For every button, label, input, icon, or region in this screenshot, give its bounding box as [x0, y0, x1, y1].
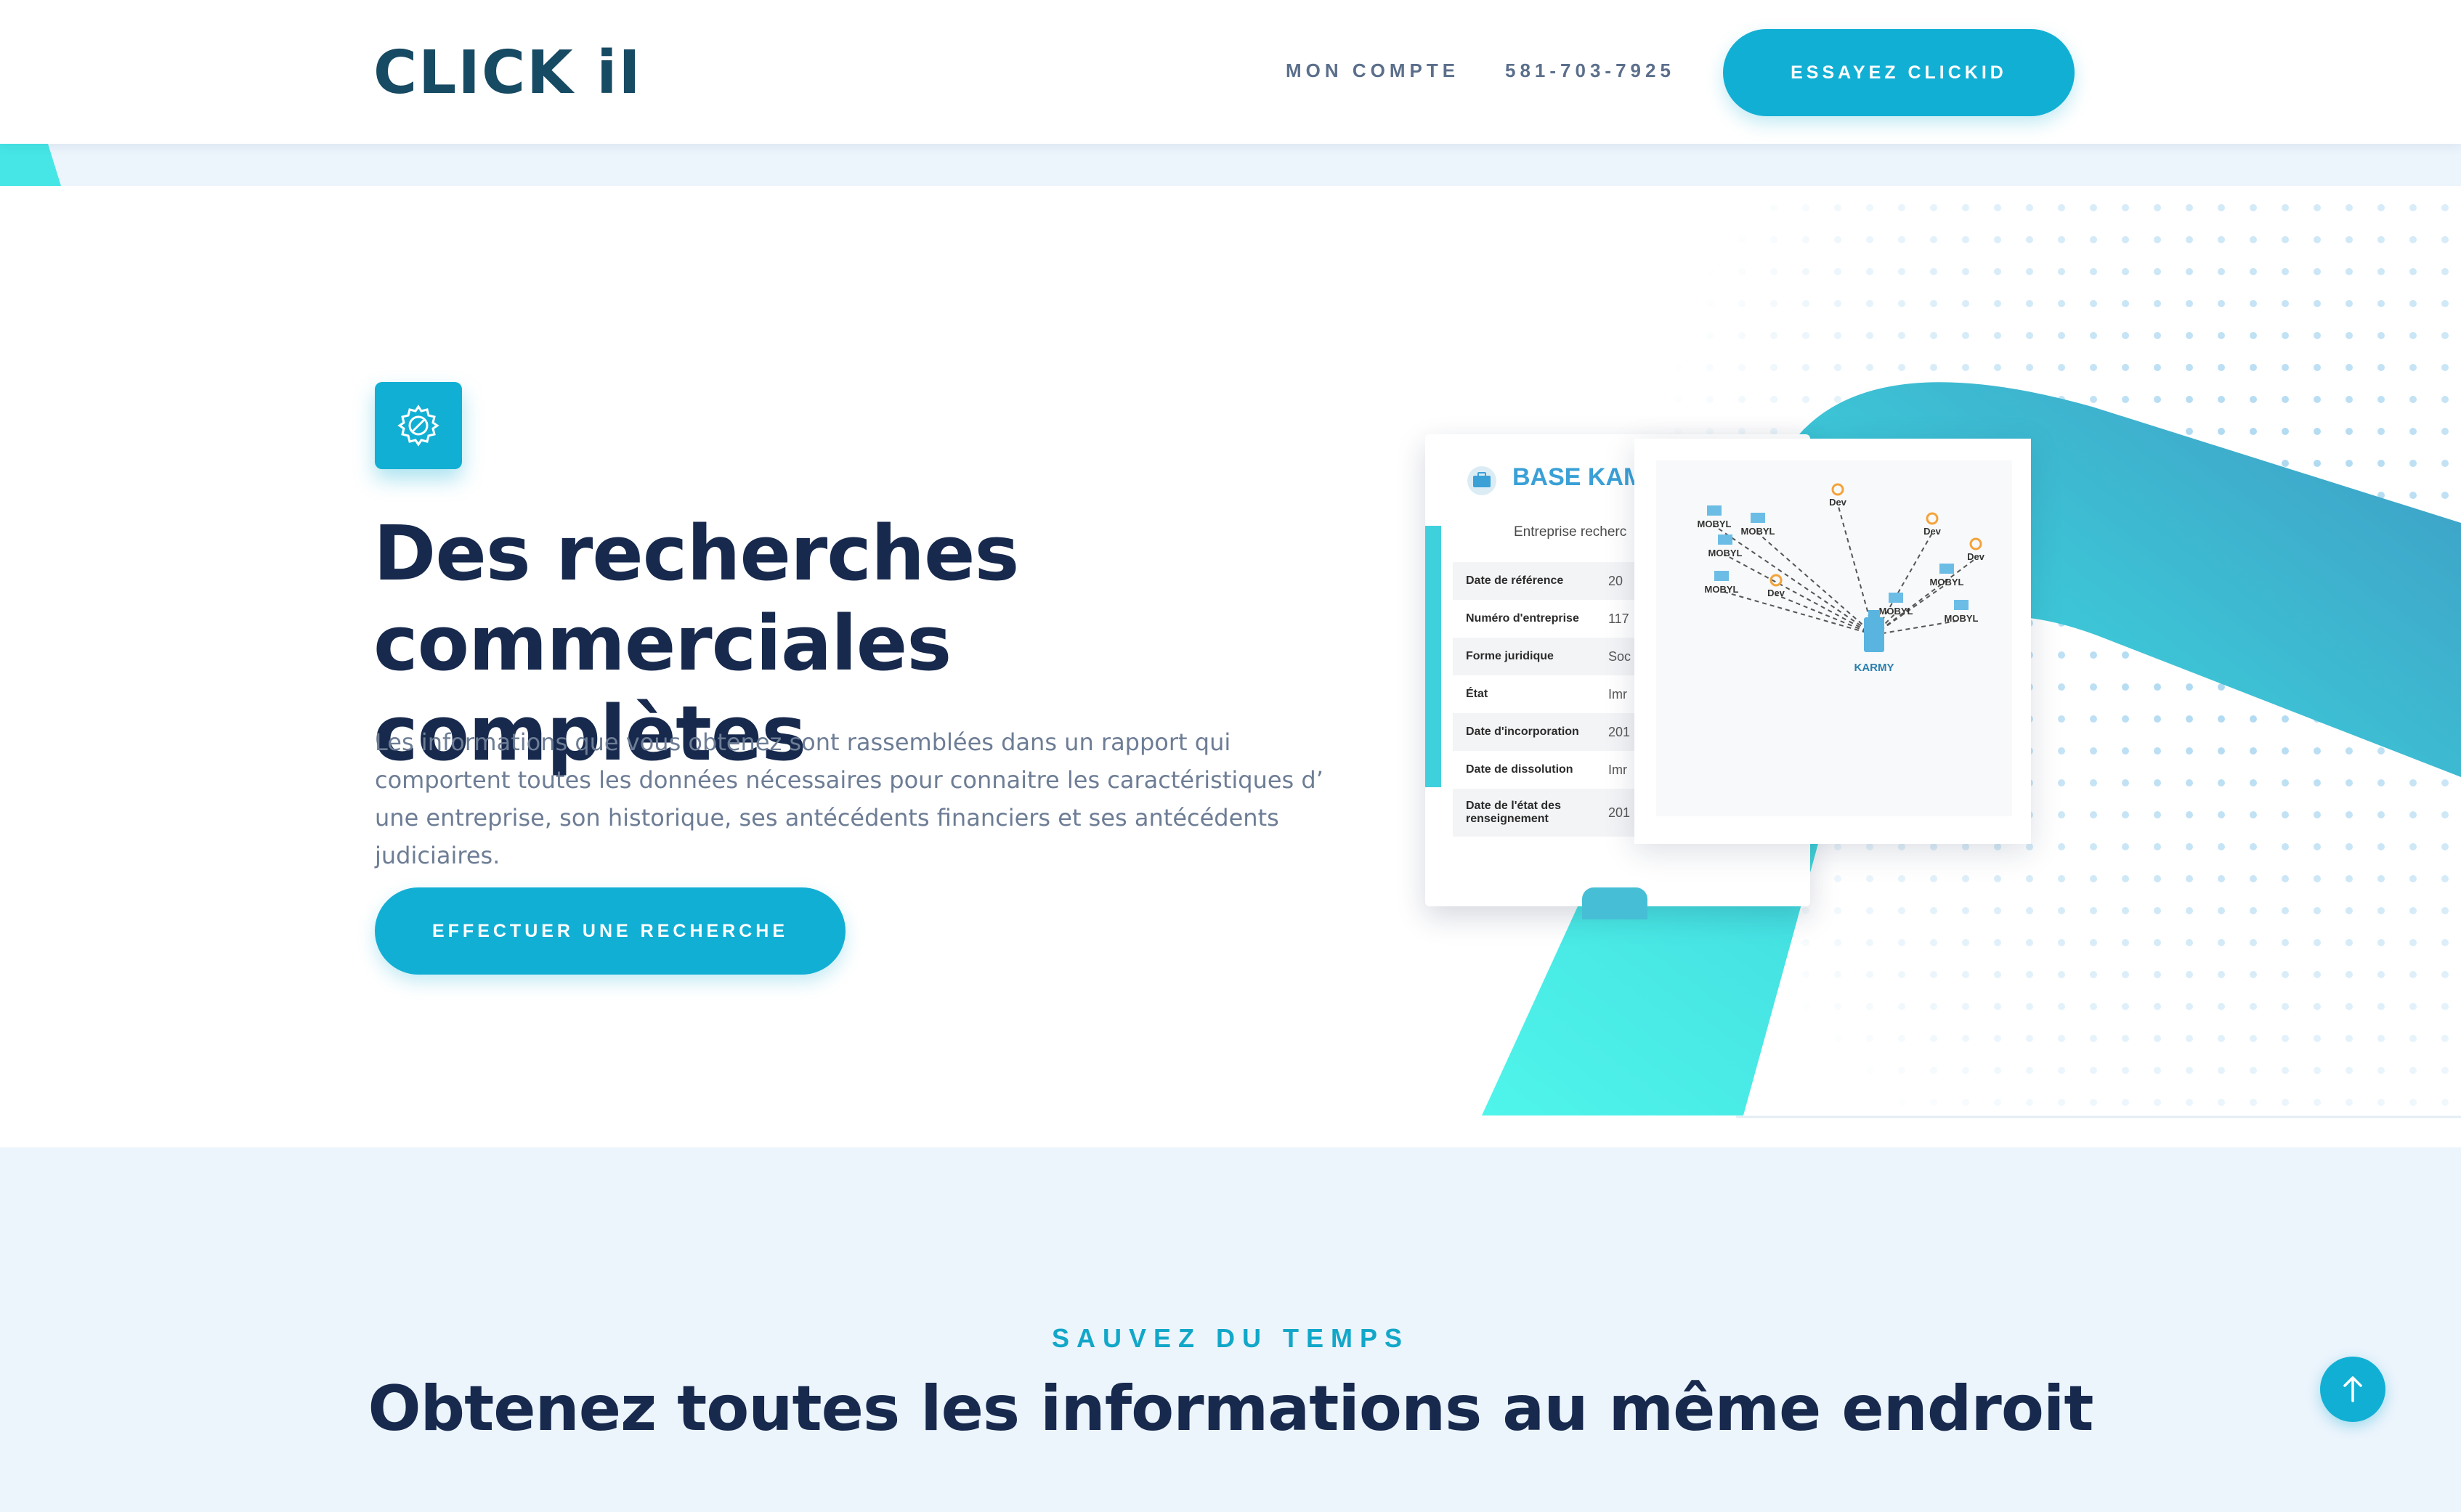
report-card-tab: [1582, 887, 1647, 919]
section-eyebrow: SAUVEZ DU TEMPS: [1051, 1323, 1410, 1353]
network-node: MOBYL: [1698, 505, 1732, 529]
network-node-label: MOBYL: [1708, 548, 1743, 558]
header-divider-strip: [0, 144, 2461, 186]
network-graph-card: MOBYL Dev MOBYL Dev MOBYL Dev MOBYL Dev MOBYL MOB…: [1634, 439, 2031, 844]
nav-phone-link[interactable]: 581-703-7925: [1505, 60, 1675, 82]
try-clickid-button[interactable]: ESSAYEZ CLICKID: [1723, 29, 2075, 116]
hero-description: Les informations que vous obtenez sont r…: [375, 728, 1323, 869]
report-accent-bar: [1425, 526, 1441, 787]
network-node: Dev: [1829, 483, 1847, 508]
svg-text:KARMY: KARMY: [1854, 662, 1894, 674]
network-graph: MOBYL Dev MOBYL Dev MOBYL Dev MOBYL Dev MOBYL MOB…: [1656, 460, 2012, 816]
network-center-node: KARMY: [1854, 610, 1894, 674]
briefcase-icon: [1467, 466, 1496, 495]
network-node-label: Dev: [1829, 497, 1847, 508]
network-node-label: Dev: [1923, 526, 1942, 537]
network-node: MOBYL: [1708, 535, 1743, 558]
settings-gear-icon: [375, 382, 462, 469]
network-node: MOBYL: [1741, 513, 1775, 537]
network-node-label: MOBYL: [1930, 577, 1964, 588]
network-node: Dev: [1967, 537, 1985, 562]
company-subtitle: Entreprise recherc: [1514, 524, 1627, 540]
network-node: Dev: [1767, 574, 1785, 598]
decorative-teal-corner: [0, 144, 61, 186]
network-node-label: MOBYL: [1879, 606, 1913, 617]
perform-search-button[interactable]: EFFECTUER UNE RECHERCHE: [375, 887, 846, 975]
network-node: MOBYL: [1879, 593, 1913, 617]
network-node-label: Dev: [1767, 588, 1785, 598]
scroll-to-top-button[interactable]: [2320, 1357, 2385, 1422]
network-node: MOBYL: [1945, 600, 1979, 624]
svg-text:CLICK iD: CLICK iD: [373, 44, 635, 102]
nav-my-account-link[interactable]: MON COMPTE: [1286, 60, 1459, 82]
arrow-up-icon: [2343, 1376, 2362, 1402]
clickid-logo[interactable]: CLICK iD: [373, 44, 635, 102]
network-node: Dev: [1923, 512, 1942, 537]
network-node-label: MOBYL: [1698, 519, 1732, 529]
site-header: CLICK iD MON COMPTE 581-703-7925 ESSAYEZ…: [0, 0, 2461, 144]
network-node-label: MOBYL: [1705, 584, 1739, 595]
network-node-label: Dev: [1967, 551, 1985, 562]
network-node-label: MOBYL: [1741, 526, 1775, 537]
network-node: MOBYL: [1930, 564, 1964, 588]
network-node: MOBYL: [1705, 571, 1739, 595]
section-title: Obtenez toutes les informations au même …: [368, 1373, 2093, 1445]
network-node-label: MOBYL: [1945, 613, 1979, 624]
